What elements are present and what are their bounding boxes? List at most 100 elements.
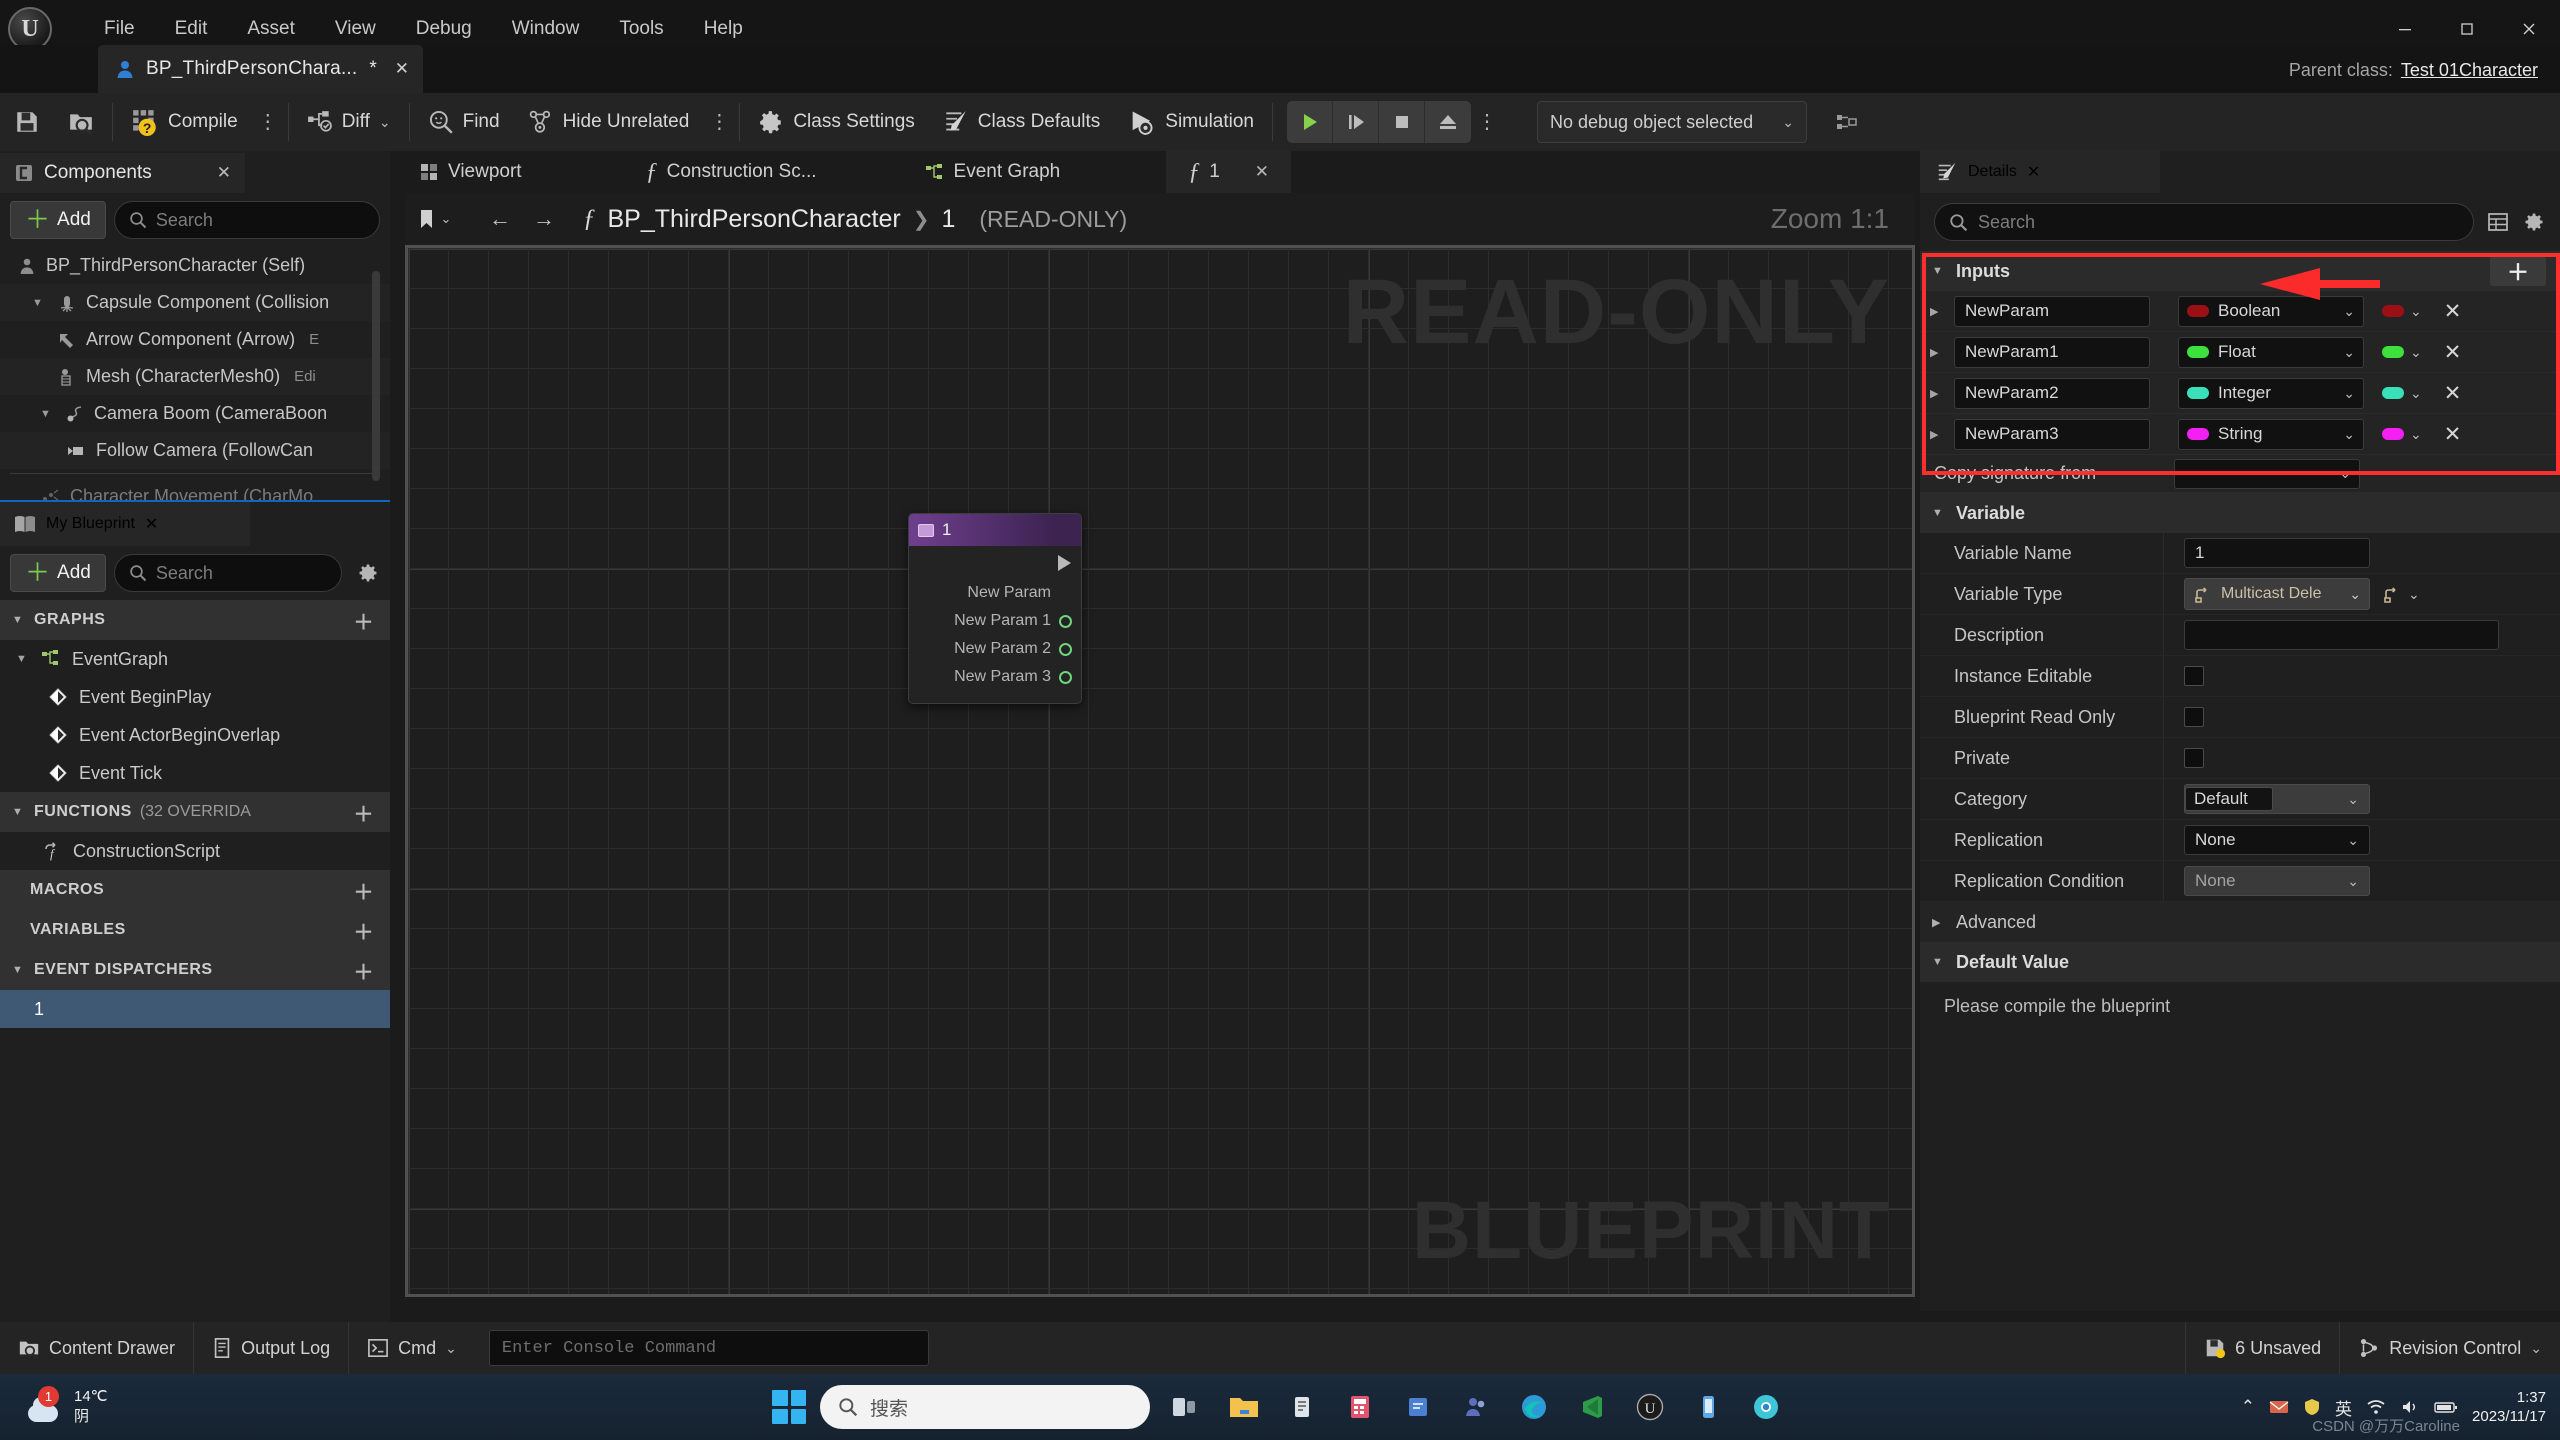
input-param-name-field[interactable]: NewParam (1954, 295, 2150, 327)
instance-editable-checkbox[interactable] (2184, 666, 2204, 686)
debug-filter-button[interactable] (1821, 93, 1873, 151)
input-param-type-dropdown[interactable]: Float ⌄ (2178, 336, 2364, 368)
component-row-self[interactable]: BP_ThirdPersonCharacter (Self) (0, 247, 390, 284)
unreal-icon[interactable]: U (1628, 1385, 1672, 1429)
section-macros[interactable]: MACROS ＋ (0, 870, 390, 910)
play-button[interactable] (1287, 101, 1333, 143)
content-drawer-button[interactable]: Content Drawer (0, 1322, 195, 1374)
variable-section-header[interactable]: ▼ Variable (1920, 493, 2560, 533)
component-row-mesh[interactable]: Mesh (CharacterMesh0) Edi (0, 358, 390, 395)
description-input[interactable] (2184, 620, 2499, 650)
function-item-constructionscript[interactable]: f ConstructionScript (0, 832, 390, 870)
private-checkbox[interactable] (2184, 748, 2204, 768)
pin-dot-icon[interactable] (1059, 670, 1072, 684)
browse-content-button[interactable] (54, 93, 108, 151)
editor-icon[interactable] (1396, 1385, 1440, 1429)
diff-button[interactable]: Diff ⌄ (293, 93, 405, 151)
section-graphs-add-icon[interactable]: ＋ (354, 606, 375, 635)
console-command-input[interactable]: Enter Console Command (488, 1330, 929, 1366)
section-functions-add-icon[interactable]: ＋ (354, 798, 375, 827)
taskbar-clock[interactable]: 1:37 2023/11/17 (2472, 1388, 2546, 1427)
my-blueprint-add-button[interactable]: ＋ Add (10, 554, 106, 592)
section-graphs[interactable]: ▼ GRAPHS ＋ (0, 600, 390, 640)
input-param-type-dropdown[interactable]: String ⌄ (2178, 418, 2364, 450)
pin-dot-icon[interactable] (1059, 614, 1072, 628)
chevron-down-icon[interactable]: ▼ (40, 408, 56, 420)
my-blueprint-panel-tab[interactable]: My Blueprint ✕ (0, 502, 250, 546)
section-functions[interactable]: ▼ FUNCTIONS (32 OVERRIDA ＋ (0, 792, 390, 832)
debug-object-selector[interactable]: No debug object selected ⌄ (1537, 101, 1807, 143)
my-blueprint-settings-icon[interactable] (356, 561, 380, 585)
delete-input-param-icon[interactable]: ✕ (2444, 299, 2462, 324)
shield-icon[interactable] (2303, 1398, 2321, 1416)
tab-construction-script[interactable]: ƒ Construction Sc... (628, 151, 835, 193)
delete-input-param-icon[interactable]: ✕ (2444, 381, 2462, 406)
play-options-kebab[interactable]: ⋮ (1471, 112, 1503, 132)
add-input-param-button[interactable]: ＋ (2490, 256, 2546, 286)
compile-button[interactable]: ? Compile (117, 93, 252, 151)
eject-button[interactable] (1425, 101, 1471, 143)
tab-event-graph[interactable]: Event Graph (907, 151, 1079, 193)
chevron-right-icon[interactable]: ▶ (1932, 916, 1946, 929)
copy-signature-dropdown[interactable]: ⌄ (2174, 458, 2361, 489)
event-dispatcher-item-1[interactable]: 1 (0, 990, 390, 1028)
hide-unrelated-button[interactable]: Hide Unrelated (514, 93, 704, 151)
input-param-name-field[interactable]: NewParam2 (1954, 377, 2150, 409)
breadcrumb-graph-name[interactable]: 1 (941, 205, 955, 234)
save-button[interactable] (0, 93, 54, 151)
replication-condition-dropdown[interactable]: None ⌄ (2184, 866, 2370, 896)
tab-function-1-close-icon[interactable]: ✕ (1255, 162, 1269, 182)
components-panel-close-icon[interactable]: ✕ (217, 163, 231, 183)
category-dropdown[interactable]: Default ⌄ (2184, 784, 2370, 814)
chrome-icon[interactable] (1744, 1385, 1788, 1429)
graph-canvas[interactable]: READ-ONLY BLUEPRINT 1 New Param New Para… (405, 245, 1915, 1297)
vscode-icon[interactable] (1570, 1385, 1614, 1429)
nav-back-button[interactable]: ← (481, 199, 519, 239)
taskbar-search-input[interactable]: 搜索 (820, 1385, 1150, 1429)
component-row-camera-boom[interactable]: ▼ Camera Boom (CameraBoon (0, 395, 390, 432)
node-pin-row[interactable]: New Param 2 (909, 635, 1081, 663)
section-macros-add-icon[interactable]: ＋ (354, 876, 375, 905)
variable-container-dropdown[interactable]: ⌄ (2382, 585, 2420, 603)
graph-item-event-beginplay[interactable]: Event BeginPlay (0, 678, 390, 716)
component-row-arrow[interactable]: Arrow Component (Arrow) E (0, 321, 390, 358)
calculator-icon[interactable] (1338, 1385, 1382, 1429)
chevron-down-icon[interactable]: ▼ (1932, 507, 1946, 519)
chevron-right-icon[interactable]: ▶ (1930, 387, 1948, 400)
windows-start-button[interactable] (772, 1390, 806, 1424)
file-explorer-icon[interactable] (1222, 1385, 1266, 1429)
tab-viewport[interactable]: Viewport (401, 151, 540, 193)
details-panel-tab[interactable]: Details ✕ (1920, 151, 2160, 193)
components-add-button[interactable]: ＋ Add (10, 201, 106, 239)
find-button[interactable]: Find (414, 93, 514, 151)
components-scrollbar[interactable] (372, 271, 380, 481)
section-event-dispatchers[interactable]: ▼ EVENT DISPATCHERS ＋ (0, 950, 390, 990)
replication-dropdown[interactable]: None ⌄ (2184, 825, 2370, 855)
advanced-section-header[interactable]: ▶ Advanced (1920, 902, 2560, 942)
input-param-container-dropdown[interactable]: ⌄ (2382, 303, 2422, 320)
grid-view-icon[interactable] (2486, 210, 2510, 234)
class-settings-button[interactable]: Class Settings (744, 93, 928, 151)
node-pin-row[interactable]: New Param 1 (909, 607, 1081, 635)
phonelink-icon[interactable] (1686, 1385, 1730, 1429)
unsaved-indicator[interactable]: 6 Unsaved (2185, 1322, 2341, 1374)
chevron-right-icon[interactable]: ▶ (1930, 305, 1948, 318)
task-view-icon[interactable] (1164, 1385, 1208, 1429)
default-value-section-header[interactable]: ▼ Default Value (1920, 942, 2560, 982)
compile-options-kebab[interactable]: ⋮ (252, 112, 284, 132)
graph-item-event-actorbeginoverlap[interactable]: Event ActorBeginOverlap (0, 716, 390, 754)
chevron-right-icon[interactable]: ▶ (1930, 428, 1948, 441)
input-param-name-field[interactable]: NewParam3 (1954, 418, 2150, 450)
step-button[interactable] (1333, 101, 1379, 143)
chevron-down-icon[interactable]: ▼ (12, 614, 26, 626)
asset-tab-bp-thirdpersoncharacter[interactable]: BP_ThirdPersonChara... * ✕ (98, 45, 424, 93)
variable-name-input[interactable]: 1 (2184, 538, 2370, 568)
delete-input-param-icon[interactable]: ✕ (2444, 340, 2462, 365)
parent-class-link[interactable]: Test 01Character (2401, 60, 2538, 81)
input-param-container-dropdown[interactable]: ⌄ (2382, 426, 2422, 443)
node-pin-row[interactable]: New Param 3 (909, 663, 1081, 691)
component-row-capsule[interactable]: ▼ Capsule Component (Collision (0, 284, 390, 321)
chevron-up-icon[interactable]: ⌃ (2241, 1397, 2255, 1417)
wifi-icon[interactable] (2366, 1399, 2386, 1415)
graph-item-eventgraph[interactable]: ▼ EventGraph (0, 640, 390, 678)
